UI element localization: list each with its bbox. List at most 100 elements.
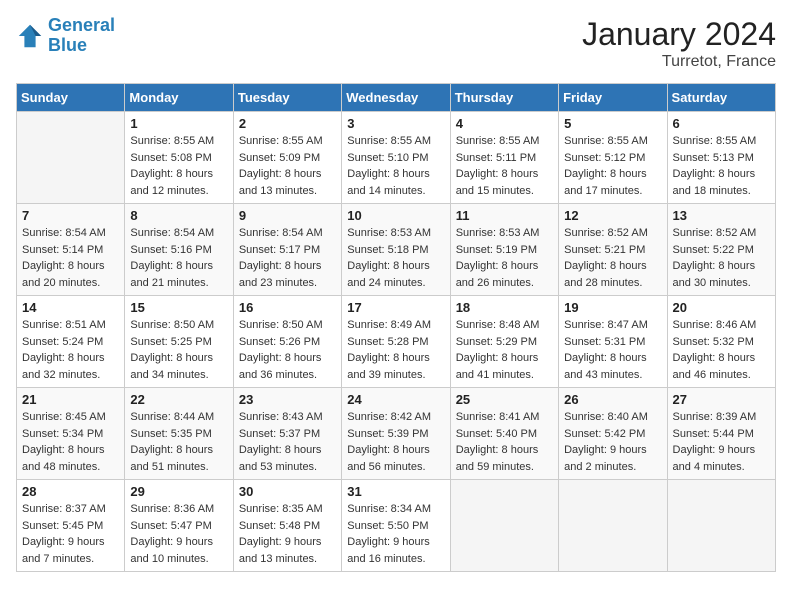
calendar-cell: 20 Sunrise: 8:46 AMSunset: 5:32 PMDayligh… (667, 296, 775, 388)
calendar-cell (667, 480, 775, 572)
day-number: 3 (347, 116, 444, 131)
day-number: 27 (673, 392, 770, 407)
calendar-cell: 19 Sunrise: 8:47 AMSunset: 5:31 PMDayligh… (559, 296, 667, 388)
day-info: Sunrise: 8:55 AMSunset: 5:13 PMDaylight:… (673, 133, 770, 199)
calendar-cell: 18 Sunrise: 8:48 AMSunset: 5:29 PMDayligh… (450, 296, 558, 388)
calendar-cell: 29 Sunrise: 8:36 AMSunset: 5:47 PMDayligh… (125, 480, 233, 572)
weekday-header-row: SundayMondayTuesdayWednesdayThursdayFrid… (17, 84, 776, 112)
day-info: Sunrise: 8:53 AMSunset: 5:19 PMDaylight:… (456, 225, 553, 291)
day-info: Sunrise: 8:55 AMSunset: 5:11 PMDaylight:… (456, 133, 553, 199)
day-info: Sunrise: 8:55 AMSunset: 5:09 PMDaylight:… (239, 133, 336, 199)
calendar-week-row: 14 Sunrise: 8:51 AMSunset: 5:24 PMDayligh… (17, 296, 776, 388)
day-info: Sunrise: 8:50 AMSunset: 5:25 PMDaylight:… (130, 317, 227, 383)
day-info: Sunrise: 8:47 AMSunset: 5:31 PMDaylight:… (564, 317, 661, 383)
calendar-cell: 6 Sunrise: 8:55 AMSunset: 5:13 PMDaylight… (667, 112, 775, 204)
calendar-cell: 15 Sunrise: 8:50 AMSunset: 5:25 PMDayligh… (125, 296, 233, 388)
day-number: 5 (564, 116, 661, 131)
day-info: Sunrise: 8:54 AMSunset: 5:16 PMDaylight:… (130, 225, 227, 291)
calendar-cell: 13Sunrise: 8:52 AMSunset: 5:22 PMDayligh… (667, 204, 775, 296)
calendar-cell: 17 Sunrise: 8:49 AMSunset: 5:28 PMDayligh… (342, 296, 450, 388)
day-number: 15 (130, 300, 227, 315)
calendar-cell: 28Sunrise: 8:37 AMSunset: 5:45 PMDayligh… (17, 480, 125, 572)
day-number: 1 (130, 116, 227, 131)
calendar-cell: 10 Sunrise: 8:53 AMSunset: 5:18 PMDayligh… (342, 204, 450, 296)
day-info: Sunrise: 8:55 AMSunset: 5:12 PMDaylight:… (564, 133, 661, 199)
day-number: 14 (22, 300, 119, 315)
day-info: Sunrise: 8:51 AMSunset: 5:24 PMDaylight:… (22, 317, 119, 383)
day-number: 10 (347, 208, 444, 223)
calendar-cell: 31 Sunrise: 8:34 AMSunset: 5:50 PMDayligh… (342, 480, 450, 572)
day-info: Sunrise: 8:43 AMSunset: 5:37 PMDaylight:… (239, 409, 336, 475)
weekday-header: Sunday (17, 84, 125, 112)
calendar-cell (17, 112, 125, 204)
page-header: General Blue January 2024 Turretot, Fran… (16, 16, 776, 71)
calendar-cell: 21 Sunrise: 8:45 AMSunset: 5:34 PMDayligh… (17, 388, 125, 480)
calendar-cell: 11 Sunrise: 8:53 AMSunset: 5:19 PMDayligh… (450, 204, 558, 296)
day-info: Sunrise: 8:55 AMSunset: 5:08 PMDaylight:… (130, 133, 227, 199)
day-number: 29 (130, 484, 227, 499)
weekday-header: Wednesday (342, 84, 450, 112)
day-info: Sunrise: 8:52 AMSunset: 5:22 PMDaylight:… (673, 225, 770, 291)
weekday-header: Monday (125, 84, 233, 112)
calendar-week-row: 28Sunrise: 8:37 AMSunset: 5:45 PMDayligh… (17, 480, 776, 572)
day-number: 19 (564, 300, 661, 315)
day-number: 12 (564, 208, 661, 223)
calendar-cell: 2 Sunrise: 8:55 AMSunset: 5:09 PMDaylight… (233, 112, 341, 204)
calendar-cell: 1 Sunrise: 8:55 AMSunset: 5:08 PMDaylight… (125, 112, 233, 204)
day-number: 20 (673, 300, 770, 315)
calendar-cell: 14 Sunrise: 8:51 AMSunset: 5:24 PMDayligh… (17, 296, 125, 388)
day-info: Sunrise: 8:39 AMSunset: 5:44 PMDaylight:… (673, 409, 770, 475)
day-info: Sunrise: 8:40 AMSunset: 5:42 PMDaylight:… (564, 409, 661, 475)
calendar-cell: 16Sunrise: 8:50 AMSunset: 5:26 PMDayligh… (233, 296, 341, 388)
logo-icon (16, 22, 44, 50)
calendar-cell: 7Sunrise: 8:54 AMSunset: 5:14 PMDaylight… (17, 204, 125, 296)
day-info: Sunrise: 8:53 AMSunset: 5:18 PMDaylight:… (347, 225, 444, 291)
day-info: Sunrise: 8:45 AMSunset: 5:34 PMDaylight:… (22, 409, 119, 475)
day-info: Sunrise: 8:42 AMSunset: 5:39 PMDaylight:… (347, 409, 444, 475)
logo-text: General Blue (48, 16, 115, 56)
weekday-header: Friday (559, 84, 667, 112)
day-info: Sunrise: 8:46 AMSunset: 5:32 PMDaylight:… (673, 317, 770, 383)
day-number: 8 (130, 208, 227, 223)
day-info: Sunrise: 8:55 AMSunset: 5:10 PMDaylight:… (347, 133, 444, 199)
day-number: 21 (22, 392, 119, 407)
weekday-header: Saturday (667, 84, 775, 112)
day-info: Sunrise: 8:50 AMSunset: 5:26 PMDaylight:… (239, 317, 336, 383)
calendar-cell: 30Sunrise: 8:35 AMSunset: 5:48 PMDayligh… (233, 480, 341, 572)
calendar-table: SundayMondayTuesdayWednesdayThursdayFrid… (16, 83, 776, 572)
day-info: Sunrise: 8:49 AMSunset: 5:28 PMDaylight:… (347, 317, 444, 383)
calendar-cell: 26 Sunrise: 8:40 AMSunset: 5:42 PMDayligh… (559, 388, 667, 480)
calendar-cell: 4Sunrise: 8:55 AMSunset: 5:11 PMDaylight… (450, 112, 558, 204)
day-info: Sunrise: 8:44 AMSunset: 5:35 PMDaylight:… (130, 409, 227, 475)
day-number: 31 (347, 484, 444, 499)
day-number: 18 (456, 300, 553, 315)
day-number: 2 (239, 116, 336, 131)
location-title: Turretot, France (582, 53, 776, 71)
calendar-cell (559, 480, 667, 572)
day-number: 26 (564, 392, 661, 407)
calendar-cell: 24 Sunrise: 8:42 AMSunset: 5:39 PMDayligh… (342, 388, 450, 480)
day-info: Sunrise: 8:37 AMSunset: 5:45 PMDaylight:… (22, 501, 119, 567)
logo: General Blue (16, 16, 115, 56)
calendar-cell: 23Sunrise: 8:43 AMSunset: 5:37 PMDayligh… (233, 388, 341, 480)
day-number: 9 (239, 208, 336, 223)
calendar-cell (450, 480, 558, 572)
day-number: 11 (456, 208, 553, 223)
month-title: January 2024 (582, 16, 776, 53)
calendar-cell: 8 Sunrise: 8:54 AMSunset: 5:16 PMDaylight… (125, 204, 233, 296)
calendar-cell: 5 Sunrise: 8:55 AMSunset: 5:12 PMDaylight… (559, 112, 667, 204)
day-info: Sunrise: 8:34 AMSunset: 5:50 PMDaylight:… (347, 501, 444, 567)
calendar-week-row: 1 Sunrise: 8:55 AMSunset: 5:08 PMDaylight… (17, 112, 776, 204)
day-number: 6 (673, 116, 770, 131)
day-info: Sunrise: 8:52 AMSunset: 5:21 PMDaylight:… (564, 225, 661, 291)
day-number: 17 (347, 300, 444, 315)
day-info: Sunrise: 8:36 AMSunset: 5:47 PMDaylight:… (130, 501, 227, 567)
calendar-cell: 3 Sunrise: 8:55 AMSunset: 5:10 PMDaylight… (342, 112, 450, 204)
calendar-cell: 22Sunrise: 8:44 AMSunset: 5:35 PMDayligh… (125, 388, 233, 480)
day-info: Sunrise: 8:48 AMSunset: 5:29 PMDaylight:… (456, 317, 553, 383)
day-info: Sunrise: 8:54 AMSunset: 5:17 PMDaylight:… (239, 225, 336, 291)
weekday-header: Thursday (450, 84, 558, 112)
weekday-header: Tuesday (233, 84, 341, 112)
day-number: 24 (347, 392, 444, 407)
title-block: January 2024 Turretot, France (582, 16, 776, 71)
